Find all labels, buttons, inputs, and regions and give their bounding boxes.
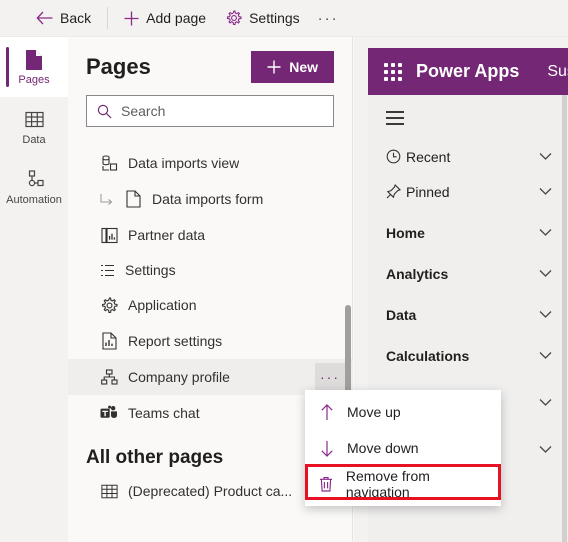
back-label: Back (60, 10, 92, 26)
sidebar-item-data-label: Data (22, 133, 46, 146)
page-title: Pages (86, 54, 151, 79)
search-box[interactable] (86, 95, 334, 127)
command-bar: Back Add page Settings ··· (0, 0, 568, 37)
new-page-button[interactable]: New (251, 51, 334, 83)
arrow-left-icon (36, 11, 53, 25)
hamburger-icon[interactable] (368, 95, 568, 139)
chevron-down-icon[interactable] (539, 310, 552, 319)
add-page-label: Add page (146, 10, 207, 26)
preview-nav-item-label: Home (386, 224, 425, 241)
settings-label: Settings (249, 10, 300, 26)
preview-nav-item-label: Recent (406, 148, 451, 165)
chevron-down-icon[interactable] (539, 228, 552, 237)
pin-icon (386, 184, 406, 199)
preview-nav-item-label: Analytics (386, 265, 449, 282)
context-menu-item-label: Move up (347, 404, 401, 420)
group-header-label: Settings (125, 262, 176, 278)
arrow-up-icon (319, 403, 335, 421)
search-input[interactable] (121, 103, 323, 119)
group-header-settings[interactable]: Settings (68, 253, 353, 287)
arrow-down-icon (319, 440, 335, 457)
preview-nav-item-pinned[interactable]: Pinned (368, 174, 568, 209)
new-page-button-label: New (289, 59, 318, 75)
automation-icon (24, 169, 45, 191)
back-button[interactable]: Back (26, 3, 101, 33)
preview-nav-item-analytics[interactable]: Analytics (368, 256, 568, 291)
list-item-label: (Deprecated) Product ca... (128, 483, 293, 499)
chevron-down-icon[interactable] (539, 351, 552, 360)
preview-nav-item-label: Calculations (386, 347, 470, 364)
sidebar-item-data[interactable]: Data (0, 97, 68, 157)
list-item-label: Application (128, 297, 197, 313)
gear-icon (100, 296, 118, 314)
list-item[interactable]: Report settings (68, 323, 353, 359)
overflow-menu-button[interactable]: ··· (310, 3, 347, 33)
settings-button[interactable]: Settings (216, 3, 310, 33)
list-item-more-button[interactable]: ··· (315, 363, 345, 391)
data-view-icon (100, 154, 118, 172)
waffle-grid-icon[interactable] (384, 62, 402, 81)
sidebar-item-automation[interactable]: Automation (0, 157, 68, 217)
trash-icon (319, 476, 334, 492)
preview-scrollbar[interactable] (562, 95, 567, 542)
chevron-down-icon[interactable] (539, 398, 552, 407)
context-menu-item-move-down[interactable]: Move down (305, 430, 501, 466)
dashboard-icon (100, 226, 118, 244)
command-separator (107, 7, 109, 29)
context-menu-item-remove-from-navigation[interactable]: Remove from navigation (305, 466, 501, 502)
add-page-button[interactable]: Add page (114, 3, 216, 33)
left-nav-rail: Pages Data Automation (0, 37, 68, 542)
context-menu-item-move-up[interactable]: Move up (305, 394, 501, 430)
list-item[interactable]: Data imports form (68, 181, 353, 217)
list-item-label: Teams chat (128, 405, 200, 421)
chevron-down-icon[interactable] (539, 445, 552, 454)
list-item-label: Partner data (128, 227, 206, 243)
org-chart-icon (100, 368, 118, 386)
search-container (68, 87, 352, 133)
preview-nav-item-home[interactable]: Home (368, 215, 568, 250)
gear-icon (226, 10, 242, 26)
preview-nav-item-data[interactable]: Data (368, 297, 568, 332)
chevron-down-icon[interactable] (539, 152, 552, 161)
context-menu-item-label: Remove from navigation (345, 468, 430, 500)
list-item-label: Report settings (128, 333, 223, 349)
page-icon (25, 49, 43, 71)
list-item-label: Data imports view (128, 155, 240, 171)
preview-app-name: Susta (547, 62, 568, 80)
preview-nav-item-recent[interactable]: Recent (368, 139, 568, 174)
list-item[interactable]: Data imports view (68, 145, 353, 181)
context-menu-item-label: Move down (347, 440, 419, 456)
sidebar-item-automation-label: Automation (6, 193, 62, 206)
form-page-icon (124, 190, 142, 208)
list-item-label: Company profile (128, 369, 230, 385)
preview-nav-item-calculations[interactable]: Calculations (368, 338, 568, 373)
indent-arrow-icon (100, 193, 114, 206)
preview-nav-item-label: Data (386, 306, 417, 323)
report-icon (100, 332, 118, 350)
table-icon (24, 109, 44, 131)
pages-pane-header: Pages New (68, 37, 352, 87)
sidebar-item-pages[interactable]: Pages (0, 37, 68, 97)
chevron-down-icon[interactable] (539, 187, 552, 196)
plus-icon (124, 11, 139, 26)
preview-brand-label: Power Apps (416, 61, 520, 81)
preview-nav-item-label: Pinned (406, 183, 450, 200)
sidebar-item-pages-label: Pages (18, 73, 50, 86)
table-icon (100, 482, 118, 500)
group-list-icon (100, 263, 115, 278)
preview-app-header: Power Apps Susta (368, 48, 568, 95)
app-root: Back Add page Settings ··· Pages Data Au… (0, 0, 568, 542)
list-item[interactable]: Application (68, 287, 353, 323)
list-item[interactable]: Partner data (68, 217, 353, 253)
list-item-label: Data imports form (152, 191, 264, 207)
chevron-down-icon[interactable] (539, 269, 552, 278)
teams-icon (100, 404, 118, 422)
context-menu[interactable]: Move up Move down Remove from navigation (305, 390, 501, 506)
clock-icon (386, 149, 406, 164)
search-icon (97, 104, 112, 119)
plus-icon (267, 60, 281, 74)
